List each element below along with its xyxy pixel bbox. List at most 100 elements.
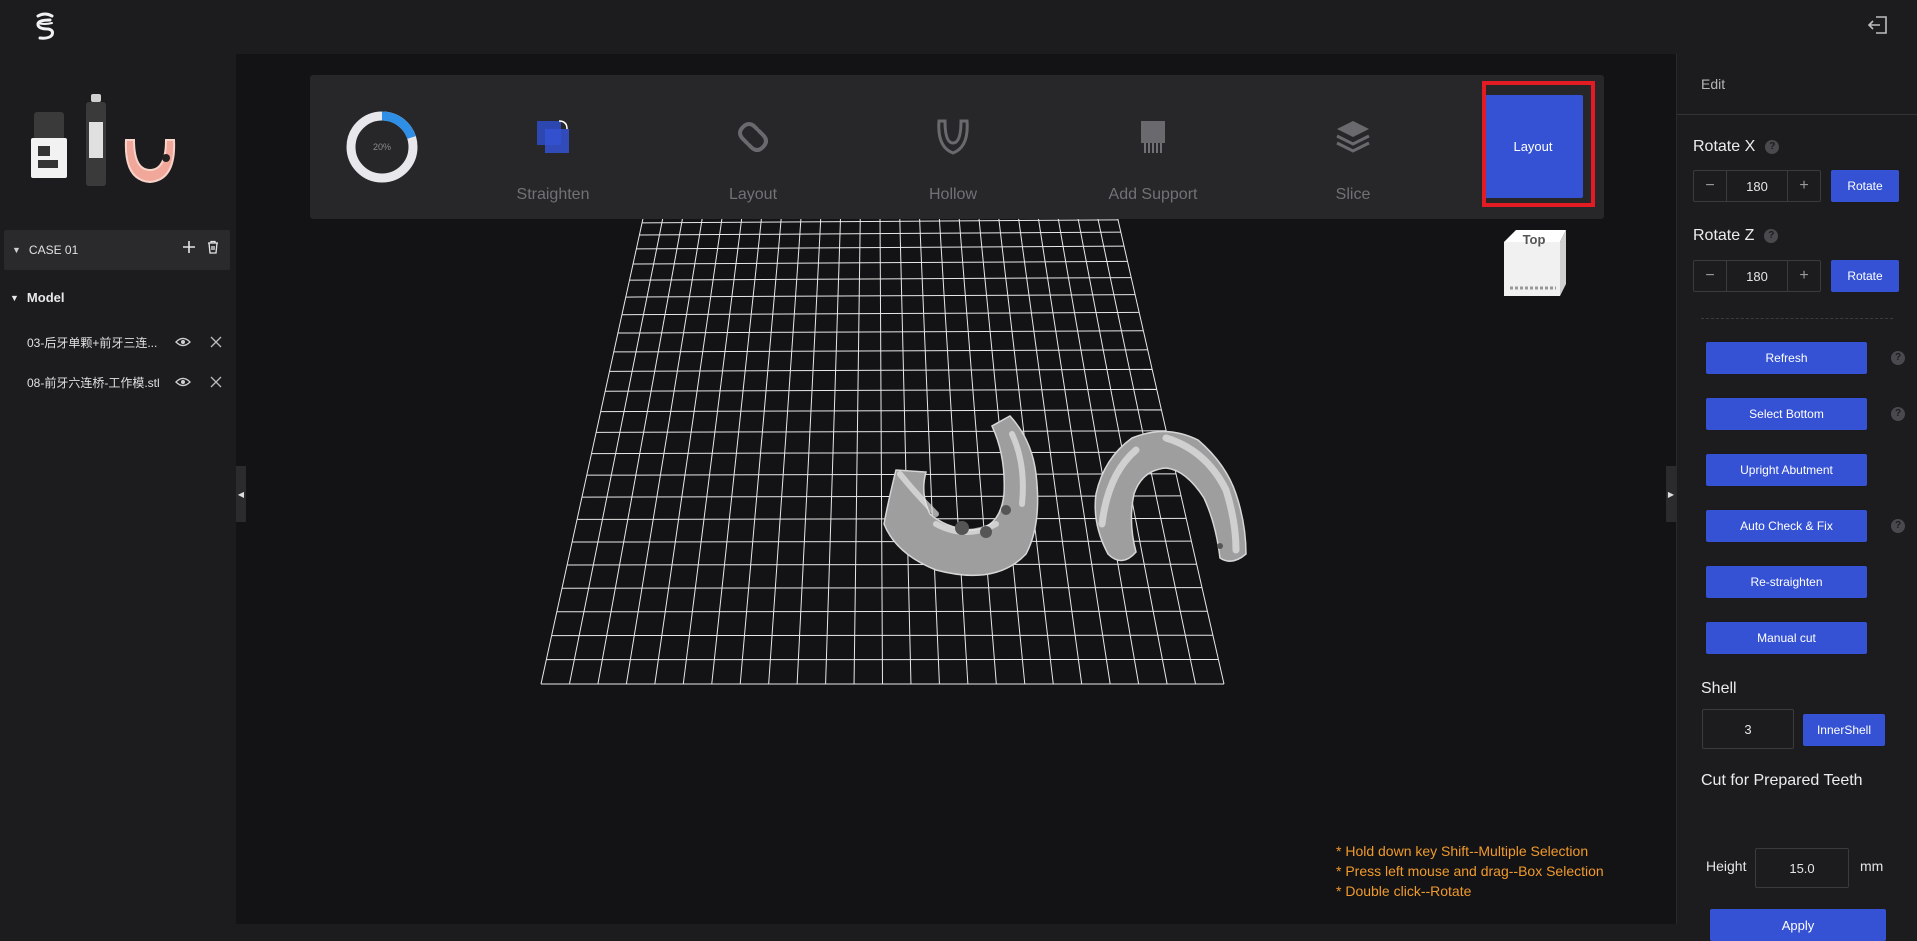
grid-line-vertical	[740, 213, 781, 684]
model-name: 08-前牙六连桥-工作模.stl	[27, 374, 163, 391]
close-icon[interactable]	[209, 335, 223, 349]
model-section-header[interactable]: ▼ Model	[10, 290, 64, 305]
rotate-x-heading: Rotate X?	[1693, 138, 1779, 156]
grid-line-vertical	[541, 214, 644, 684]
model-name: 03-后牙单颗+前牙三连...	[27, 334, 163, 351]
top-bar	[0, 0, 1917, 54]
hint-line: * Hold down key Shift--Multiple Selectio…	[1336, 841, 1604, 861]
grid-line-vertical	[900, 212, 911, 684]
rotate-x-label: Rotate X	[1693, 138, 1755, 156]
minus-icon[interactable]: −	[1694, 261, 1726, 291]
innershell-button[interactable]: InnerShell	[1803, 714, 1885, 746]
close-icon[interactable]	[209, 375, 223, 389]
hint-line: * Press left mouse and drag--Box Selecti…	[1336, 861, 1604, 881]
rotate-z-heading: Rotate Z?	[1693, 227, 1778, 245]
add-support-icon	[1133, 117, 1173, 157]
collapse-left-panel-button[interactable]: ◀	[236, 466, 246, 522]
step-layout[interactable]: Layout	[673, 75, 833, 219]
step-label: Layout	[673, 186, 833, 204]
rotate-z-label: Rotate Z	[1693, 227, 1754, 245]
unit-label: mm	[1860, 858, 1883, 874]
refresh-button[interactable]: Refresh	[1706, 342, 1867, 374]
slice-layers-icon	[1333, 117, 1373, 157]
grid-line-vertical	[712, 213, 762, 684]
select-bottom-button[interactable]: Select Bottom	[1706, 398, 1867, 430]
step-hollow[interactable]: Hollow	[873, 75, 1033, 219]
rotate-z-stepper[interactable]: − 180 +	[1693, 260, 1821, 292]
trash-icon[interactable]	[206, 240, 220, 254]
view-cube[interactable]: Top	[1500, 228, 1570, 300]
app-logo-icon	[28, 10, 62, 44]
help-icon[interactable]: ?	[1891, 351, 1905, 365]
case-label: CASE 01	[29, 243, 78, 257]
grid-line-vertical	[939, 212, 968, 684]
step-straighten[interactable]: Straighten	[473, 75, 633, 219]
progress-ring: 20%	[345, 110, 419, 184]
grid-line-vertical	[797, 213, 821, 684]
plus-icon[interactable]: +	[1788, 171, 1820, 201]
model-section-title: Model	[27, 290, 65, 305]
step-label: Slice	[1273, 186, 1433, 204]
logout-icon[interactable]	[1867, 14, 1889, 36]
workflow-steps-bar: 20% Straighten Layout Hollow Add Support	[310, 75, 1604, 219]
plus-icon[interactable]: +	[1788, 261, 1820, 291]
case-row[interactable]: ▼ CASE 01	[4, 230, 230, 270]
grid-line-horizontal	[587, 474, 1176, 475]
step-slice[interactable]: Slice	[1273, 75, 1433, 219]
dental-model-left[interactable]	[884, 416, 1038, 575]
step-label: Straighten	[473, 186, 633, 204]
grid-line-vertical	[769, 213, 802, 684]
help-icon[interactable]: ?	[1765, 140, 1779, 154]
rotate-z-button[interactable]: Rotate	[1831, 260, 1899, 292]
help-icon[interactable]: ?	[1891, 519, 1905, 533]
height-input[interactable]: 15.0	[1755, 848, 1849, 888]
list-item[interactable]: 08-前牙六连桥-工作模.stl	[0, 362, 236, 402]
layout-link-icon	[733, 117, 773, 157]
hollow-icon	[933, 117, 973, 157]
rotate-z-value[interactable]: 180	[1726, 261, 1788, 291]
left-panel: ▼ CASE 01 ▼ Model 03-后牙单颗+前牙三连... 08-前牙六…	[0, 54, 236, 924]
tab-edit[interactable]: Edit	[1701, 76, 1725, 92]
grid-line-horizontal	[562, 588, 1202, 589]
help-icon[interactable]: ?	[1764, 229, 1778, 243]
grid-line-vertical	[826, 213, 841, 684]
caret-down-icon[interactable]: ▼	[12, 245, 21, 255]
grid-line-vertical	[1037, 212, 1110, 685]
grid-line-vertical	[598, 214, 683, 684]
collapse-right-panel-button[interactable]: ▶	[1666, 466, 1676, 522]
eye-icon[interactable]	[175, 335, 191, 349]
rotate-x-button[interactable]: Rotate	[1831, 170, 1899, 202]
step-add-support[interactable]: Add Support	[1073, 75, 1233, 219]
upright-abutment-button[interactable]: Upright Abutment	[1706, 454, 1867, 486]
model-list: 03-后牙单颗+前牙三连... 08-前牙六连桥-工作模.stl	[0, 322, 236, 402]
cube-face-label: Top	[1523, 232, 1546, 247]
help-icon[interactable]: ?	[1891, 407, 1905, 421]
add-icon[interactable]	[182, 240, 196, 254]
manual-cut-button[interactable]: Manual cut	[1706, 622, 1867, 654]
grid-line-horizontal	[582, 496, 1181, 497]
list-item[interactable]: 03-后牙单颗+前牙三连...	[0, 322, 236, 362]
progress-label: 20%	[373, 142, 391, 152]
grid-line-horizontal	[572, 541, 1191, 542]
apply-button[interactable]: Apply	[1710, 909, 1886, 941]
right-panel: Edit Rotate X? − 180 + Rotate Rotate Z? …	[1676, 54, 1917, 924]
re-straighten-button[interactable]: Re-straighten	[1706, 566, 1867, 598]
straighten-icon	[533, 117, 573, 157]
step-label: Add Support	[1073, 186, 1233, 204]
eye-icon[interactable]	[175, 375, 191, 389]
grid-line-vertical	[854, 213, 860, 684]
divider	[1701, 318, 1893, 319]
layout-button[interactable]: Layout	[1483, 95, 1583, 198]
auto-check-fix-button[interactable]: Auto Check & Fix	[1706, 510, 1867, 542]
shell-input[interactable]: 3	[1702, 709, 1794, 749]
devices-illustration	[28, 94, 208, 224]
hint-line: * Double click--Rotate	[1336, 881, 1604, 901]
minus-icon[interactable]: −	[1694, 171, 1726, 201]
cut-prepared-teeth-label: Cut for Prepared Teeth	[1701, 772, 1863, 790]
rotate-x-stepper[interactable]: − 180 +	[1693, 170, 1821, 202]
height-label: Height	[1706, 858, 1746, 874]
hint-list: * Hold down key Shift--Multiple Selectio…	[1336, 841, 1604, 901]
grid-line-horizontal	[567, 564, 1197, 565]
caret-down-icon[interactable]: ▼	[10, 293, 19, 303]
rotate-x-value[interactable]: 180	[1726, 171, 1788, 201]
